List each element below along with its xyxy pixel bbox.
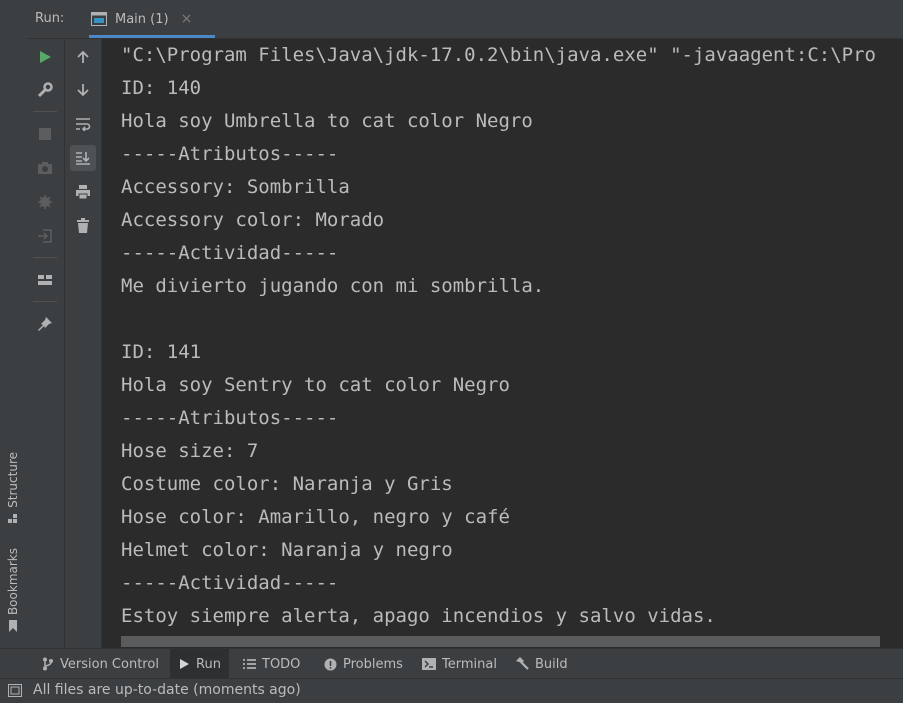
info-icon [324,658,337,670]
bug-settings-icon [38,195,52,209]
tab-run[interactable]: Run [170,649,229,679]
rerun-button[interactable] [32,44,58,70]
dump-threads-button[interactable] [32,155,58,181]
stop-button[interactable] [32,121,58,147]
tab-problems[interactable]: Problems [316,649,411,679]
console-line: Hola soy Umbrella to cat color Negro [121,110,533,132]
soft-wrap-icon [76,118,91,131]
run-toolbar-primary [27,39,65,648]
console-line: "C:\Program Files\Java\jdk-17.0.2\bin\ja… [121,44,876,66]
soft-wrap-button[interactable] [70,111,96,137]
toggle-tool-windows-icon[interactable] [8,684,22,697]
tab-todo-label: TODO [262,656,301,672]
bookmarks-tab-label: Bookmarks [6,548,20,616]
scroll-to-end-icon [76,152,90,165]
tab-main[interactable]: Main (1) × [89,3,221,38]
console-line: Me divierto jugando con mi sombrilla. [121,275,545,297]
scroll-up-button[interactable] [70,44,96,70]
horizontal-scrollbar[interactable] [121,636,880,647]
tab-version-control-label: Version Control [60,656,159,672]
status-message: All files are up-to-date (moments ago) [33,682,301,698]
run-toolbar-secondary [65,39,102,648]
bookmark-icon [9,620,17,633]
tab-build[interactable]: Build [507,649,576,679]
console-line: Estoy siempre alerta, apago incendios y … [121,605,716,627]
console-line: Hola soy Sentry to cat color Negro [121,374,510,396]
bookmarks-tab[interactable]: Bookmarks [2,548,24,633]
terminal-icon [422,658,436,670]
play-icon [180,659,189,669]
hammer-icon [516,657,529,670]
run-tool-window-header: Run: Main (1) × [27,0,903,39]
tab-build-label: Build [535,656,568,672]
pin-icon [38,317,52,331]
edit-configuration-button[interactable] [32,77,58,103]
status-bar: All files are up-to-date (moments ago) [0,678,903,703]
console-line: -----Actividad----- [121,572,339,594]
console-line: Hose size: 7 [121,440,259,462]
tab-problems-label: Problems [343,656,403,672]
branch-icon [43,657,53,671]
arrow-down-icon [77,84,89,97]
console-line: Costume color: Naranja y Gris [121,473,453,495]
list-icon [243,659,256,669]
scroll-down-button[interactable] [70,77,96,103]
tab-terminal-label: Terminal [442,656,497,672]
clear-all-button[interactable] [70,213,96,239]
console-line: Helmet color: Naranja y negro [121,539,453,561]
active-tab-underline [89,35,215,38]
tab-terminal[interactable]: Terminal [414,649,505,679]
print-button[interactable] [70,179,96,205]
arrow-up-icon [77,50,89,63]
console-line: ID: 141 [121,341,202,363]
console-line: Hose color: Amarillo, negro y café [121,506,510,528]
tool-window-tab-bar: Version Control Run TODO Problems Termin… [0,648,903,679]
console-line: -----Actividad----- [121,242,339,264]
pin-tab-button[interactable] [32,311,58,337]
console-line: ID: 140 [121,77,202,99]
layout-button[interactable] [32,267,58,293]
tab-close-icon[interactable]: × [181,11,193,27]
printer-icon [76,185,90,200]
console-output[interactable]: "C:\Program Files\Java\jdk-17.0.2\bin\ja… [102,39,903,648]
structure-tab-label: Structure [6,452,20,508]
toolbar-separator [33,257,57,258]
structure-icon [8,513,17,523]
wrench-icon [37,82,53,98]
console-line: Accessory: Sombrilla [121,176,350,198]
console-lines: "C:\Program Files\Java\jdk-17.0.2\bin\ja… [121,42,876,636]
layout-icon [38,275,52,285]
stop-icon [39,128,51,140]
left-tool-strip: Structure Bookmarks [0,0,28,648]
console-window-icon [91,12,107,26]
exit-button[interactable] [32,223,58,249]
tab-run-label: Run [196,656,221,672]
play-icon [40,51,51,63]
tab-todo[interactable]: TODO [235,649,308,679]
console-line: -----Atributos----- [121,143,339,165]
scroll-to-end-button[interactable] [70,145,96,171]
toolbar-separator [33,301,57,302]
camera-icon [38,162,52,174]
structure-tab[interactable]: Structure [2,452,24,524]
exit-icon [38,229,52,243]
toolbar-separator [33,111,57,112]
console-line: -----Atributos----- [121,407,339,429]
run-label: Run: [35,11,65,26]
console-line: Accessory color: Morado [121,209,385,231]
tab-main-label: Main (1) [115,11,169,27]
restore-breakpoints-button[interactable] [32,189,58,215]
trash-icon [77,218,89,233]
tab-version-control[interactable]: Version Control [34,649,167,679]
